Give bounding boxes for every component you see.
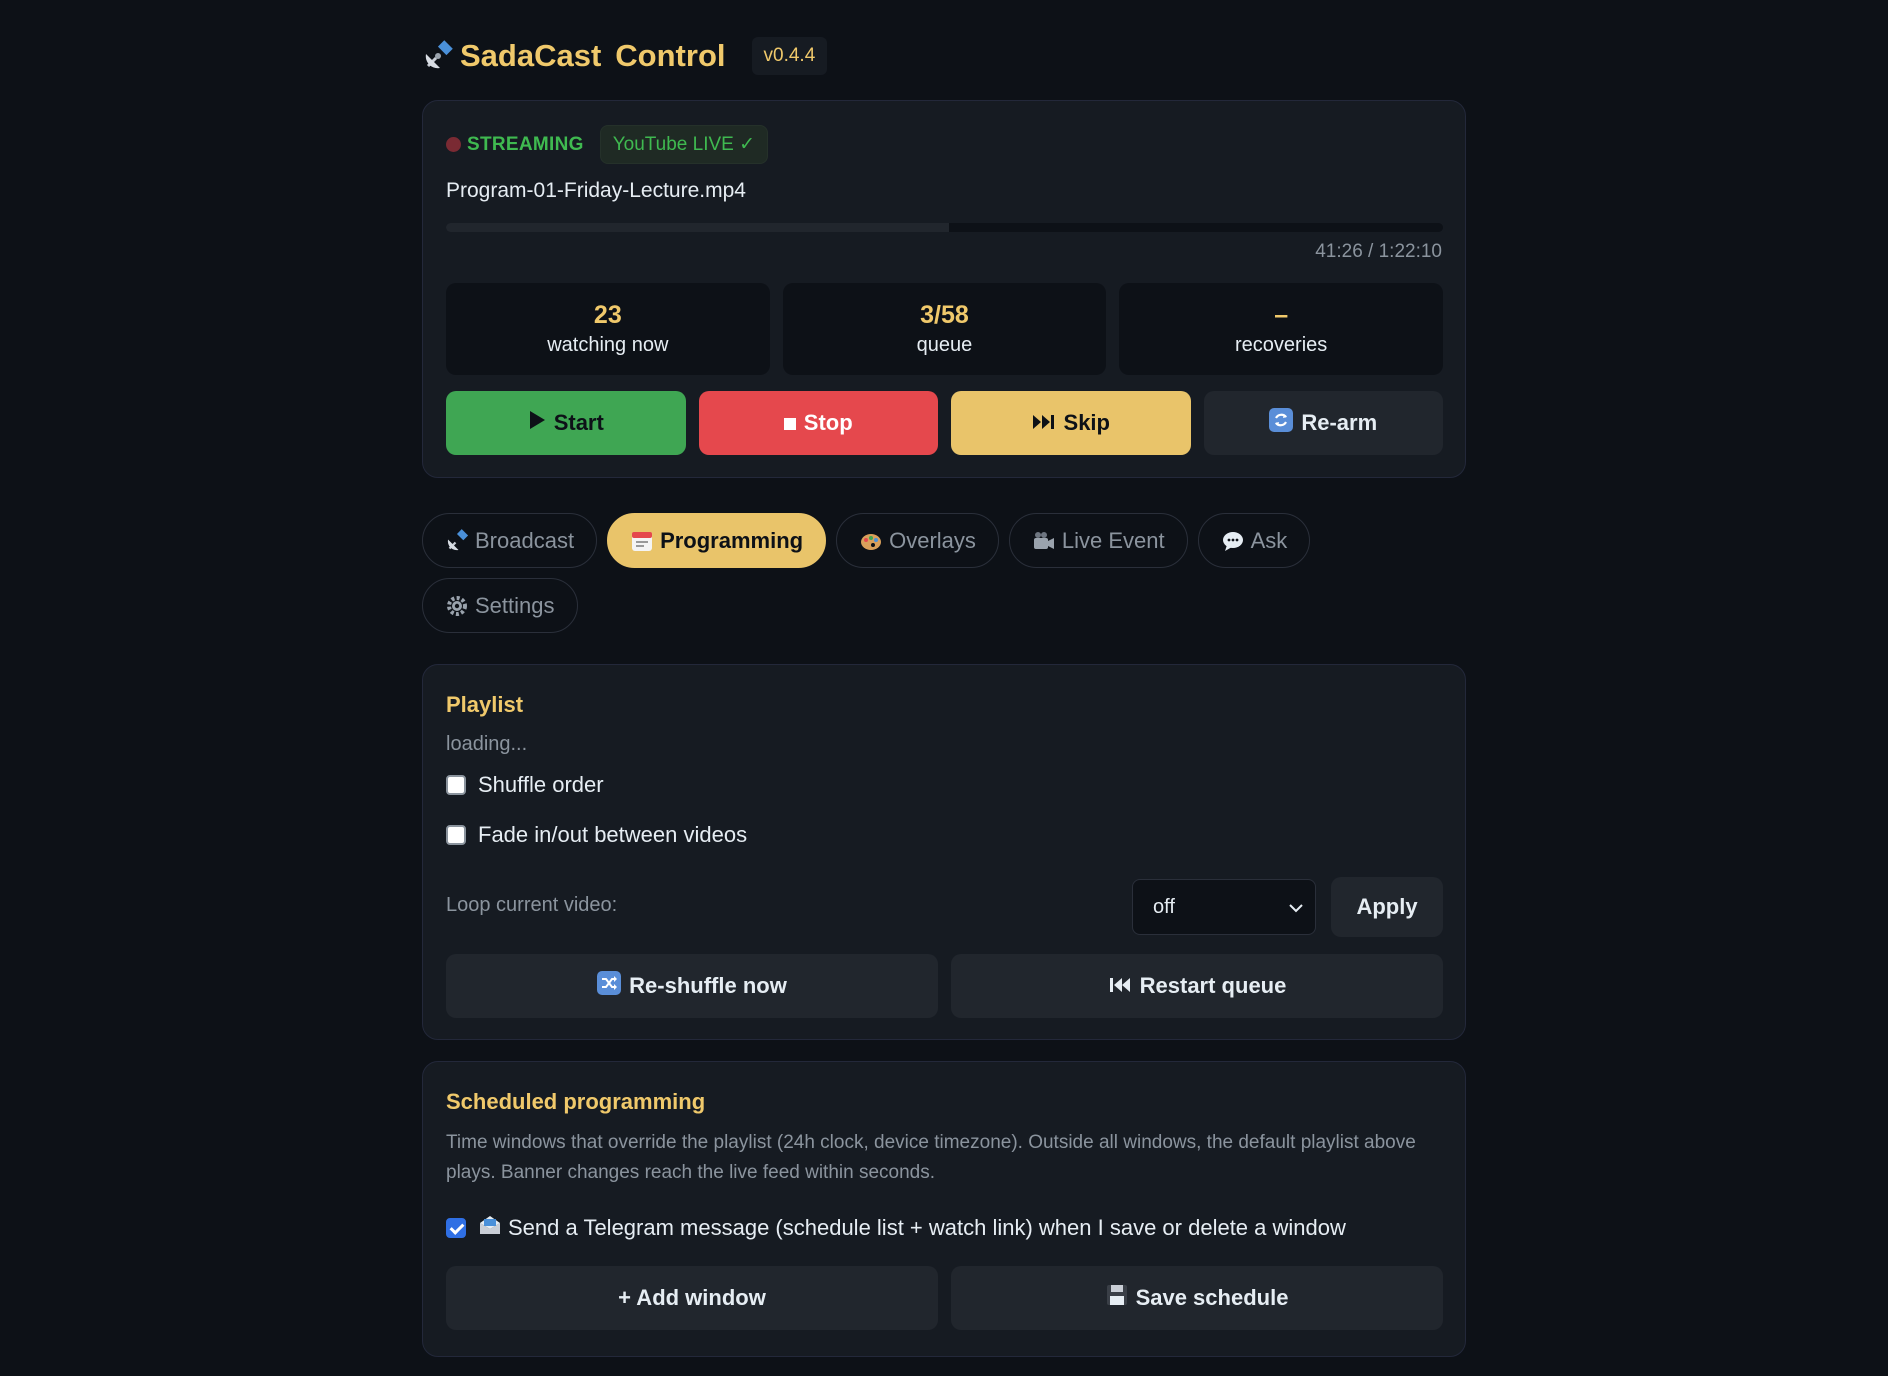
schedule-card: Scheduled programming Time windows that … <box>422 1061 1466 1357</box>
tab-programming[interactable]: Programming <box>607 513 827 568</box>
stream-status-label: STREAMING <box>467 133 584 155</box>
telegram-label: Send a Telegram message (schedule list +… <box>508 1215 1346 1240</box>
gear-icon <box>445 594 469 618</box>
stop-label: Stop <box>803 410 853 435</box>
calendar-icon <box>630 529 654 553</box>
playback-progress-bar <box>446 223 1443 232</box>
camera-icon <box>1032 529 1056 553</box>
stream-status: STREAMING <box>446 134 584 156</box>
status-row: STREAMING YouTube LIVE ✓ <box>446 125 769 164</box>
start-button[interactable]: Start <box>446 391 686 455</box>
palette-icon <box>859 529 883 553</box>
shuffle-label: Shuffle order <box>478 772 604 797</box>
stat-label: watching now <box>547 334 669 356</box>
schedule-description: Time windows that override the playlist … <box>446 1132 1416 1183</box>
shuffle-icon <box>597 971 622 1001</box>
stats-grid: 23 watching now 3/58 queue – recoveries <box>446 283 1443 375</box>
app-header: SadaCast Control v0.4.4 <box>422 36 828 76</box>
reshuffle-button[interactable]: Re-shuffle now <box>446 954 938 1018</box>
stop-button[interactable]: Stop <box>698 391 938 455</box>
satellite-icon <box>445 528 469 553</box>
tab-label: Programming <box>660 527 804 553</box>
start-label: Start <box>553 410 604 435</box>
tab-overlays[interactable]: Overlays <box>836 513 999 568</box>
loop-label: Loop current video: <box>446 894 618 916</box>
title-part-1: SadaCast <box>460 38 602 73</box>
stat-value: 23 <box>593 301 622 329</box>
skip-label: Skip <box>1063 410 1110 435</box>
current-file: Program-01-Friday-Lecture.mp4 <box>446 179 746 202</box>
fade-checkbox[interactable] <box>446 825 466 845</box>
chevron-down-icon <box>1289 896 1303 919</box>
fade-option[interactable]: Fade in/out between videos <box>446 822 747 848</box>
tab-settings[interactable]: Settings <box>422 578 578 633</box>
speech-bubble-icon <box>1221 529 1245 553</box>
stat-value: – <box>1274 301 1289 329</box>
timecode: 41:26 / 1:22:10 <box>1315 241 1442 262</box>
youtube-live-badge: YouTube LIVE ✓ <box>599 125 769 164</box>
tab-label: Broadcast <box>475 527 575 553</box>
rearm-button[interactable]: Re-arm <box>1203 391 1443 455</box>
reshuffle-label: Re-shuffle now <box>629 973 787 998</box>
schedule-title: Scheduled programming <box>446 1089 706 1114</box>
floppy-disk-icon <box>1106 1284 1128 1312</box>
app-title: SadaCast Control <box>422 38 726 74</box>
envelope-icon <box>478 1213 502 1243</box>
save-schedule-label: Save schedule <box>1135 1285 1289 1310</box>
fade-label: Fade in/out between videos <box>478 822 748 847</box>
tab-label: Overlays <box>889 527 976 553</box>
skip-button[interactable]: Skip <box>951 391 1191 455</box>
tab-label: Live Event <box>1061 527 1165 553</box>
section-tabs: Broadcast Programming Overlays Live Even… <box>422 513 1466 633</box>
play-icon <box>528 410 546 436</box>
tab-broadcast[interactable]: Broadcast <box>422 513 598 568</box>
tab-live-event[interactable]: Live Event <box>1008 513 1188 568</box>
title-part-2: Control <box>615 38 726 73</box>
playlist-card: Playlist loading... Shuffle order Fade i… <box>422 664 1466 1040</box>
rearm-label: Re-arm <box>1301 410 1378 435</box>
shuffle-option[interactable]: Shuffle order <box>446 772 604 798</box>
refresh-icon <box>1269 408 1294 438</box>
loop-select-value: off <box>1153 895 1175 918</box>
save-schedule-button[interactable]: Save schedule <box>951 1266 1443 1330</box>
apply-button[interactable]: Apply <box>1331 877 1443 937</box>
playlist-title: Playlist <box>446 692 524 717</box>
schedule-actions: + Add window Save schedule <box>446 1266 1443 1330</box>
stat-watching: 23 watching now <box>446 283 770 375</box>
telegram-checkbox[interactable] <box>446 1218 466 1238</box>
stat-label: recoveries <box>1235 334 1328 356</box>
shuffle-checkbox[interactable] <box>446 775 466 795</box>
stat-queue: 3/58 queue <box>782 283 1107 375</box>
tab-ask[interactable]: Ask <box>1197 513 1311 568</box>
loop-select[interactable]: off <box>1132 879 1316 935</box>
satellite-icon <box>422 40 454 72</box>
stat-recoveries: – recoveries <box>1119 283 1443 375</box>
stat-label: queue <box>916 334 973 356</box>
playlist-actions: Re-shuffle now Restart queue <box>446 954 1443 1018</box>
status-card: STREAMING YouTube LIVE ✓ Program-01-Frid… <box>422 100 1466 478</box>
version-badge: v0.4.4 <box>751 37 828 75</box>
playlist-loading: loading... <box>446 733 528 755</box>
rewind-icon <box>1108 973 1132 999</box>
restart-queue-button[interactable]: Restart queue <box>951 954 1443 1018</box>
add-window-button[interactable]: + Add window <box>446 1266 938 1330</box>
status-dot-icon <box>446 137 461 152</box>
tab-label: Settings <box>475 592 555 618</box>
progress-fill <box>446 223 950 232</box>
add-window-label: + Add window <box>618 1285 766 1310</box>
stream-controls: Start Stop Skip Re-arm <box>446 391 1443 455</box>
stat-value: 3/58 <box>920 301 969 329</box>
stop-icon <box>783 410 796 436</box>
telegram-option[interactable]: Send a Telegram message (schedule list +… <box>446 1213 1346 1243</box>
restart-queue-label: Restart queue <box>1139 973 1287 998</box>
skip-icon <box>1032 410 1056 436</box>
tab-label: Ask <box>1250 527 1288 553</box>
